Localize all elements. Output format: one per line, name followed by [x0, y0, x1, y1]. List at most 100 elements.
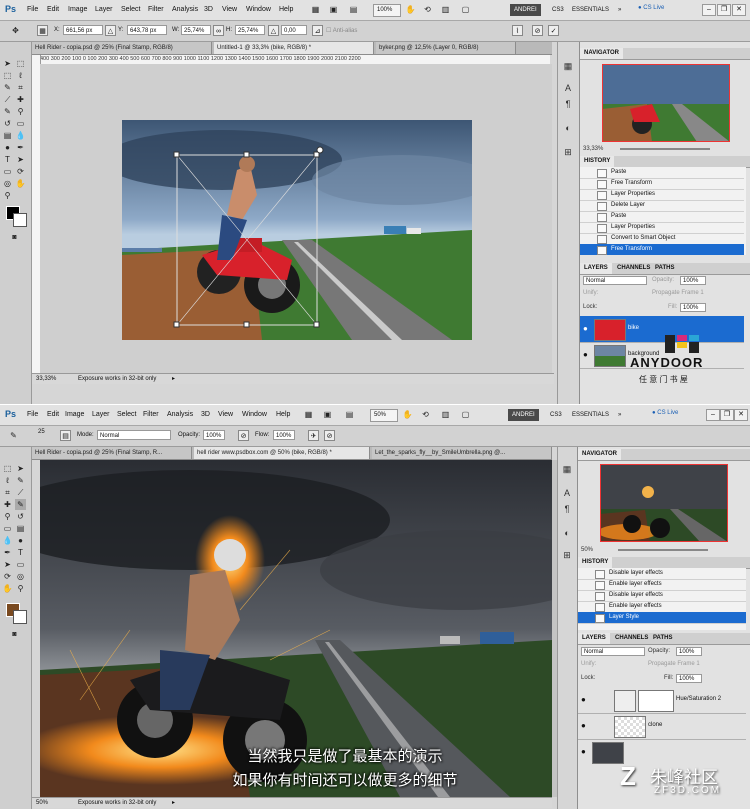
- eye-icon[interactable]: ●: [583, 350, 588, 359]
- pressure-opacity-icon[interactable]: ⊘: [238, 430, 249, 441]
- zoom-select[interactable]: 50%: [370, 409, 398, 422]
- navigator-zoom-slider[interactable]: [618, 549, 708, 551]
- status-arrow-icon[interactable]: ▸: [172, 374, 175, 384]
- airbrush-icon[interactable]: ✈: [308, 430, 319, 441]
- crop-tool-icon[interactable]: ⌗: [2, 487, 13, 498]
- move-tool-icon[interactable]: ➤: [2, 58, 13, 69]
- rotate-view-icon[interactable]: ⟲: [420, 409, 431, 420]
- menu-filter[interactable]: Filter: [143, 411, 159, 418]
- navigator-zoom[interactable]: 50%: [581, 547, 593, 553]
- menu-image[interactable]: Image: [68, 6, 87, 13]
- commit-transform-icon[interactable]: ✓: [548, 25, 559, 36]
- move-tool-preset-icon[interactable]: ✥: [10, 25, 21, 36]
- status-arrow-icon[interactable]: ▸: [172, 798, 175, 808]
- eye-icon[interactable]: ●: [581, 695, 586, 704]
- opacity-field[interactable]: 100%: [680, 276, 706, 285]
- zoom-select[interactable]: 100%: [373, 4, 401, 17]
- fill-field[interactable]: 100%: [676, 674, 702, 683]
- hand-tool-icon[interactable]: ✋: [405, 4, 416, 15]
- tab-channels[interactable]: CHANNELS: [613, 263, 654, 274]
- 3d-rotate-icon[interactable]: ⟳: [2, 571, 13, 582]
- tab-paths[interactable]: PATHS: [651, 263, 678, 274]
- h-field[interactable]: 25,74%: [235, 25, 265, 35]
- angle-field[interactable]: 0,00: [281, 25, 307, 35]
- more-workspaces-icon[interactable]: »: [614, 4, 625, 16]
- lasso-tool-icon[interactable]: ℓ: [15, 70, 26, 81]
- antialias-checkbox[interactable]: ☐ Anti-alias: [326, 27, 357, 34]
- shape-tool-icon[interactable]: ▭: [2, 166, 13, 177]
- canvas-area[interactable]: 当然我只是做了最基本的演示 如果你有时间还可以做更多的细节: [40, 460, 552, 797]
- view-extras-icon[interactable]: ▤: [344, 409, 355, 420]
- character-panel-icon[interactable]: A: [562, 82, 574, 94]
- tab-layers[interactable]: LAYERS: [578, 633, 610, 644]
- history-tab[interactable]: HISTORY: [580, 156, 615, 167]
- tab-hell-rider[interactable]: Hell Rider - copia.psd @ 25% (Final Stam…: [32, 447, 192, 459]
- workspace-cs3[interactable]: CS3: [546, 409, 566, 421]
- eraser-tool-icon[interactable]: ▭: [15, 118, 26, 129]
- workspace-cs3[interactable]: CS3: [548, 4, 568, 16]
- tab-untitled[interactable]: Untitled-1 @ 33,3% (bike, RGB/8) *: [214, 42, 374, 54]
- type-tool-icon[interactable]: T: [15, 547, 26, 558]
- mode-select[interactable]: Normal: [97, 430, 171, 440]
- 3d-rotate-icon[interactable]: ⟳: [15, 166, 26, 177]
- history-brush-icon[interactable]: ↺: [15, 511, 26, 522]
- screen-mode-icon[interactable]: ▢: [460, 409, 471, 420]
- relative-position-icon[interactable]: △: [105, 25, 116, 36]
- zoom-tool-icon[interactable]: ⚲: [15, 583, 26, 594]
- zoom-tool-icon[interactable]: ⚲: [2, 190, 13, 201]
- menu-filter[interactable]: Filter: [148, 6, 164, 13]
- close-button[interactable]: ✕: [734, 409, 748, 421]
- reference-point-icon[interactable]: ▦: [37, 25, 48, 36]
- navigator-tab[interactable]: NAVIGATOR: [580, 48, 624, 59]
- quick-mask-icon[interactable]: ◙: [9, 629, 20, 640]
- navigator-preview[interactable]: [600, 464, 728, 542]
- layer-row[interactable]: ● Hue/Saturation 2: [578, 687, 746, 714]
- tab-let-the-sparks-fly[interactable]: Let_the_sparks_fly__by_SmileUmbrella.png…: [372, 447, 552, 459]
- history-item-selected[interactable]: Layer Style: [578, 612, 746, 624]
- workspace-andrei[interactable]: ANDREI: [510, 4, 541, 16]
- clone-stamp-icon[interactable]: ⚲: [15, 106, 26, 117]
- menu-file[interactable]: File: [27, 6, 38, 13]
- restore-button[interactable]: ❐: [720, 409, 734, 421]
- history-item-selected[interactable]: Free Transform: [580, 244, 744, 255]
- workspace-essentials[interactable]: ESSENTIALS: [568, 409, 613, 421]
- marquee-tool-icon[interactable]: ⬚: [2, 70, 13, 81]
- bridge-icon[interactable]: ▦: [310, 4, 321, 15]
- type-tool-icon[interactable]: T: [2, 154, 13, 165]
- actions-panel-icon[interactable]: ⊞: [561, 549, 573, 561]
- 3d-camera-icon[interactable]: ◎: [15, 571, 26, 582]
- flow-field[interactable]: 100%: [273, 430, 295, 440]
- styles-panel-icon[interactable]: ◐: [561, 527, 573, 539]
- x-field[interactable]: 661,56 px: [63, 25, 103, 35]
- bridge-icon[interactable]: ▦: [303, 409, 314, 420]
- brush-panel-icon[interactable]: ▤: [60, 430, 71, 441]
- menu-3d[interactable]: 3D: [201, 411, 210, 418]
- pen-tool-icon[interactable]: ✒: [15, 142, 26, 153]
- lasso-tool-icon[interactable]: ℓ: [2, 475, 13, 486]
- menu-select[interactable]: Select: [121, 6, 140, 13]
- move-tool-icon[interactable]: ➤: [15, 463, 26, 474]
- menu-layer[interactable]: Layer: [95, 6, 113, 13]
- gradient-tool-icon[interactable]: ▤: [15, 523, 26, 534]
- history-tab[interactable]: HISTORY: [578, 557, 613, 568]
- navigator-tab[interactable]: NAVIGATOR: [578, 449, 622, 460]
- menu-view[interactable]: View: [218, 411, 233, 418]
- opacity-field[interactable]: 100%: [676, 647, 702, 656]
- dodge-tool-icon[interactable]: ●: [2, 142, 13, 153]
- menu-analysis[interactable]: Analysis: [172, 6, 198, 13]
- eraser-tool-icon[interactable]: ▭: [2, 523, 13, 534]
- cs-live-button[interactable]: ● CS Live: [652, 410, 678, 416]
- healing-brush-icon[interactable]: ✚: [15, 94, 26, 105]
- menu-3d[interactable]: 3D: [204, 6, 213, 13]
- path-select-icon[interactable]: ➤: [15, 154, 26, 165]
- opacity-field[interactable]: 100%: [203, 430, 225, 440]
- character-panel-icon[interactable]: A: [561, 487, 573, 499]
- mini-panel-icon[interactable]: ▦: [562, 60, 574, 72]
- quick-mask-icon[interactable]: ◙: [9, 232, 20, 243]
- healing-brush-icon[interactable]: ✚: [2, 499, 13, 510]
- mini-bridge-icon[interactable]: ▣: [328, 4, 339, 15]
- workspace-andrei[interactable]: ANDREI: [508, 409, 539, 421]
- brush-tool-icon[interactable]: ✎: [15, 499, 26, 510]
- tab-hell-rider-psdbox[interactable]: hell rider www.psdbox.com @ 50% (bike, R…: [194, 447, 370, 459]
- menu-view[interactable]: View: [222, 6, 237, 13]
